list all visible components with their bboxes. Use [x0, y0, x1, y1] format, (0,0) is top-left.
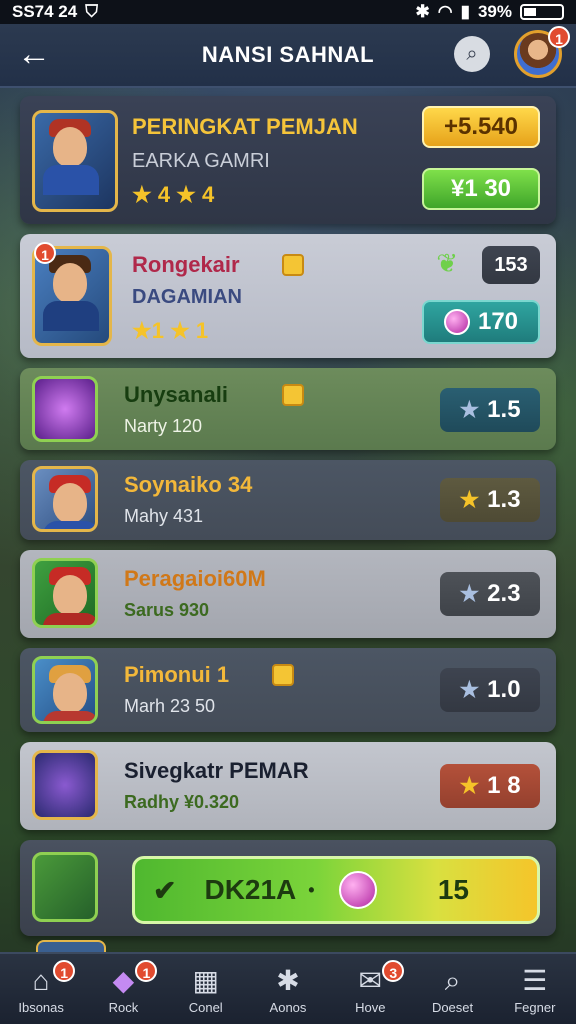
status-bar: SS74 24 ⛉ ✱ ◠ ▮ 39% — [0, 0, 576, 24]
claim-label: DK21A — [204, 874, 297, 905]
star-icon: ★ — [459, 581, 480, 606]
score-pill[interactable]: ¥1 30 — [422, 168, 540, 210]
wifi-icon: ◠ — [437, 2, 453, 21]
search-icon[interactable]: ⌕ — [454, 36, 490, 72]
ranking-card-2[interactable]: 1 Rongekair DAGAMIAN ★1 ★ 1 ❦ 153 170 — [20, 234, 556, 358]
claim-button[interactable]: ✔ DK21A • 15 — [132, 856, 540, 924]
coin-reward-pill[interactable]: +5.540 — [422, 106, 540, 148]
nav-badge: 1 — [53, 959, 76, 982]
ranking-card-7[interactable]: Sivegkatr PEMAR Radhy ¥0.320 ★ 1 8 — [20, 742, 556, 830]
status-time: SS74 24 — [12, 2, 78, 21]
nav-item-aonos[interactable]: ✱ Aonos — [252, 964, 324, 1015]
card-badge: 1 — [34, 242, 56, 264]
sword-icon — [32, 852, 98, 922]
card-title: Sivegkatr PEMAR — [124, 758, 309, 783]
card-title: Soynaiko 34 — [124, 472, 253, 497]
menu-icon: ☰ — [522, 964, 548, 996]
nav-item-hove[interactable]: ✉ Hove 3 — [334, 959, 406, 1015]
star-rating: ★1 ★ 1 — [132, 318, 209, 343]
card-subtitle: DAGAMIAN — [132, 286, 242, 308]
bluetooth-icon: ✱ — [415, 2, 430, 21]
hero-portrait — [32, 466, 98, 532]
ranking-list: PERINGKAT PEMJAN EARKA GAMRI ★ 4 ★ 4 +5.… — [20, 96, 556, 946]
arrow-left-icon[interactable]: ← — [14, 34, 54, 74]
count-pill[interactable]: 153 — [482, 246, 540, 284]
star-icon: ★ — [459, 677, 480, 702]
card-icon: ▦ — [192, 964, 219, 996]
app-header: ← NANSI SAHNAL ⌕ 1 — [0, 24, 576, 88]
star-icon: ★ — [459, 487, 480, 512]
ranking-card-1[interactable]: PERINGKAT PEMJAN EARKA GAMRI ★ 4 ★ 4 +5.… — [20, 96, 556, 224]
avatar-badge: 1 — [548, 26, 570, 48]
card-title: Pimonui 1 — [124, 662, 230, 687]
page-title: NANSI SAHNAL — [201, 42, 375, 67]
coin-icon — [272, 664, 294, 686]
ranking-card-5[interactable]: Peragaioi60M Sarus 930 ★ 2.3 — [20, 550, 556, 638]
card-title: Peragaioi60M — [124, 566, 266, 591]
card-subtitle: EARKA GAMRI — [132, 150, 270, 172]
nav-item-conel[interactable]: ▦ Conel — [170, 964, 242, 1015]
battery-percent: 39% — [477, 2, 512, 21]
check-icon: ✔ — [153, 874, 177, 906]
hero-portrait — [32, 558, 98, 628]
card-title: PERINGKAT PEMJAN — [132, 114, 358, 139]
bottom-nav: ⌂ Ibsonas 1 ◆ Rock 1 ▦ Conel ✱ Aonos ✉ H… — [0, 952, 576, 1024]
star-rating: ★ 4 ★ 4 — [132, 182, 215, 207]
notification-icon: ⛉ — [85, 2, 98, 21]
dot-separator: • — [308, 879, 315, 900]
hero-portrait — [32, 750, 98, 820]
gem-pill[interactable]: 170 — [422, 300, 540, 344]
rating-pill[interactable]: ★ 2.3 — [440, 572, 540, 616]
star-icon: ★ — [459, 397, 480, 422]
gem-portrait — [32, 376, 98, 442]
ranking-card-6[interactable]: Pimonui 1 Marh 23 50 ★ 1.0 — [20, 648, 556, 732]
nav-badge: 3 — [382, 959, 405, 982]
ranking-card-4[interactable]: Soynaiko 34 Mahy 431 ★ 1.3 — [20, 460, 556, 540]
nav-item-fegner[interactable]: ☰ Fegner — [499, 964, 571, 1015]
rating-pill[interactable]: ★ 1.5 — [440, 388, 540, 432]
signal-icon: ▮ — [460, 2, 470, 21]
card-title: Unysanali — [124, 382, 228, 407]
card-subtitle: Radhy ¥0.320 — [124, 792, 240, 812]
claim-value: 15 — [437, 874, 469, 905]
ranking-card-3[interactable]: Unysanali Narty 120 ★ 1.5 — [20, 368, 556, 450]
gem-icon — [338, 871, 377, 909]
rating-pill[interactable]: ★ 1 8 — [440, 764, 540, 808]
asterisk-icon: ✱ — [276, 964, 300, 996]
nav-item-rock[interactable]: ◆ Rock 1 — [87, 959, 159, 1015]
rating-pill[interactable]: ★ 1.3 — [440, 478, 540, 522]
star-icon: ★ — [459, 773, 480, 798]
card-title: Rongekair — [132, 252, 240, 277]
card-subtitle: Sarus 930 — [124, 600, 210, 620]
nav-item-doeset[interactable]: ⌕ Doeset — [417, 964, 489, 1015]
leaf-icon: ❦ — [436, 248, 458, 278]
nav-badge: 1 — [135, 959, 158, 982]
search-icon: ⌕ — [444, 964, 461, 996]
card-subtitle: Mahy 431 — [124, 506, 204, 526]
gem-icon — [443, 309, 470, 335]
card-subtitle: Marh 23 50 — [124, 696, 216, 716]
hero-portrait — [32, 656, 98, 724]
nav-item-home[interactable]: ⌂ Ibsonas 1 — [5, 959, 77, 1015]
rating-pill[interactable]: ★ 1.0 — [440, 668, 540, 712]
card-subtitle: Narty 120 — [124, 416, 203, 436]
reward-card: ✔ DK21A • 15 — [20, 840, 556, 936]
hero-portrait — [32, 110, 118, 212]
coin-icon — [282, 384, 304, 406]
coin-icon — [282, 254, 304, 276]
battery-icon — [520, 4, 564, 20]
